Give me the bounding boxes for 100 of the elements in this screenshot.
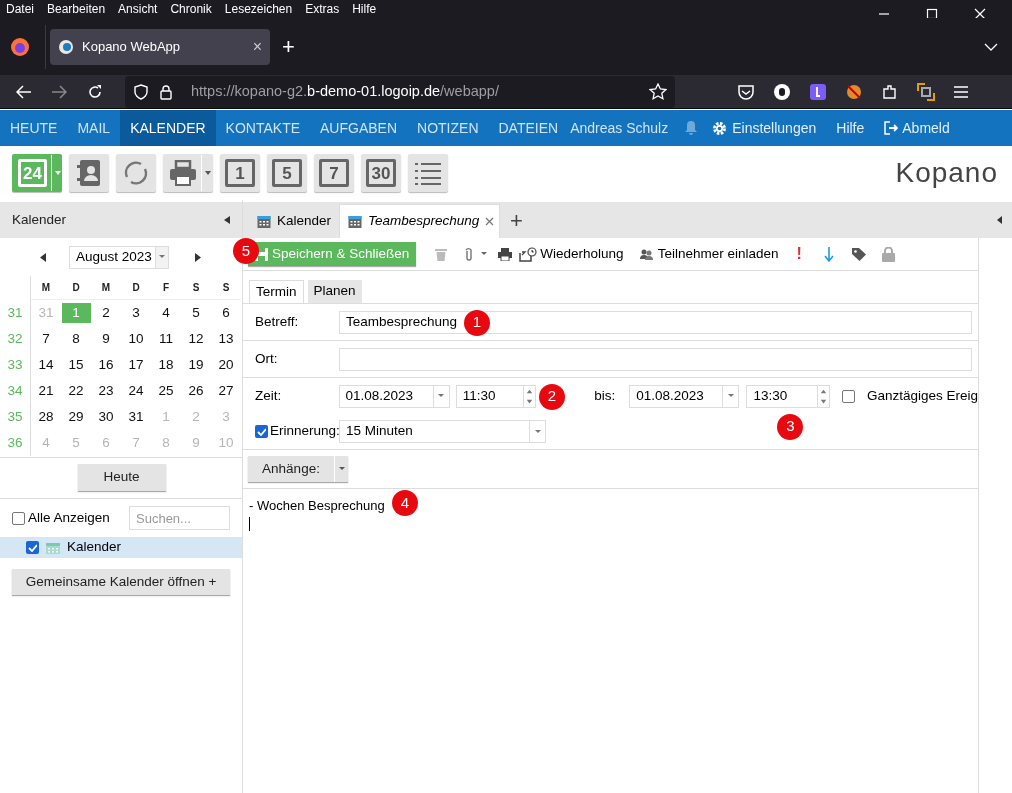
calendar-day[interactable]: 25 xyxy=(151,381,181,401)
calendar-day[interactable]: 17 xyxy=(121,355,151,375)
calendar-day[interactable]: 16 xyxy=(91,355,121,375)
reminder-dropdown[interactable]: 15 Minuten xyxy=(339,420,546,443)
calendar-day[interactable]: 28 xyxy=(31,407,61,427)
calendar-day[interactable]: 21 xyxy=(31,381,61,401)
user-name[interactable]: Andreas Schulz xyxy=(570,110,669,146)
calendar-day[interactable]: 5 xyxy=(181,303,211,323)
new-tab-button[interactable]: + xyxy=(282,30,295,63)
calendar-day[interactable]: 26 xyxy=(181,381,211,401)
help-link[interactable]: Hilfe xyxy=(836,110,865,146)
subject-field[interactable]: Teambesprechung 1 xyxy=(339,310,972,334)
add-tab-button[interactable]: + xyxy=(510,203,523,237)
month-picker[interactable]: August 2023 xyxy=(69,245,169,269)
prev-month-icon[interactable] xyxy=(40,252,46,262)
calendar-day[interactable]: 27 xyxy=(211,381,241,401)
open-shared-calendars-button[interactable]: Gemeinsame Kalender öffnen + xyxy=(12,569,230,596)
menu-item[interactable]: Ansicht xyxy=(118,0,158,18)
calendar-day[interactable]: 10 xyxy=(121,329,151,349)
calendar-day[interactable]: 9 xyxy=(91,329,121,349)
paperclip-icon[interactable] xyxy=(465,247,474,261)
calendar-day[interactable]: 19 xyxy=(181,355,211,375)
date-field[interactable]: 01.08.2023 xyxy=(338,384,450,408)
calendar-day[interactable]: 18 xyxy=(151,355,181,375)
calendar-day[interactable]: 12 xyxy=(181,329,211,349)
address-bar[interactable]: https://kopano-g2.b-demo-01.logoip.de/webapp/ xyxy=(125,75,675,108)
document-tab[interactable]: Kalender xyxy=(249,204,339,238)
star-icon[interactable] xyxy=(649,82,667,101)
menu-item[interactable]: Datei xyxy=(6,0,34,18)
calendar-day[interactable]: 29 xyxy=(61,407,91,427)
menu-item[interactable]: Lesezeichen xyxy=(224,0,293,18)
tag-icon[interactable] xyxy=(851,247,866,261)
search-field[interactable]: Suchen... xyxy=(129,506,230,530)
nav-tab[interactable]: KONTAKTE xyxy=(215,110,311,146)
settings-link[interactable]: Einstellungen xyxy=(712,110,817,146)
nav-tab[interactable]: DATEIEN xyxy=(488,110,569,146)
back-icon[interactable] xyxy=(16,84,32,99)
checkbox[interactable] xyxy=(26,541,39,554)
extension-square-icon[interactable] xyxy=(809,82,827,101)
calendar-day[interactable]: 7 xyxy=(31,329,61,349)
calendar-day[interactable]: 6 xyxy=(211,303,241,323)
menu-item[interactable]: Extras xyxy=(305,0,340,18)
calendar-day[interactable]: 13 xyxy=(211,329,241,349)
calendar-day[interactable]: 20 xyxy=(211,355,241,375)
menu-icon[interactable] xyxy=(953,84,969,99)
calendar-day[interactable]: 2 xyxy=(91,303,121,323)
invite-attendees-button[interactable]: Teilnehmer einladen xyxy=(639,243,779,265)
browser-tab[interactable]: Kopano WebApp × xyxy=(50,28,270,65)
toolbar-button[interactable] xyxy=(116,154,156,192)
extension-circle-icon[interactable] xyxy=(773,82,791,101)
calendar-day[interactable]: 14 xyxy=(31,355,61,375)
calendar-day[interactable]: 15 xyxy=(61,355,91,375)
menu-item[interactable]: Chronik xyxy=(170,0,212,18)
document-tab[interactable]: Teambesprechung xyxy=(339,204,500,238)
toolbar-button[interactable] xyxy=(408,154,448,192)
chevron-down-icon[interactable] xyxy=(984,41,998,52)
calendar-day[interactable]: 4 xyxy=(151,303,181,323)
today-button[interactable]: Heute xyxy=(77,464,166,491)
calendar-day[interactable]: 8 xyxy=(61,329,91,349)
logout-link[interactable]: Abmeld xyxy=(884,110,950,146)
reload-icon[interactable] xyxy=(87,83,103,100)
toolbar-button[interactable] xyxy=(163,154,213,192)
next-month-icon[interactable] xyxy=(195,252,201,262)
form-tab[interactable]: Termin xyxy=(249,280,304,303)
calendar-day[interactable]: 3 xyxy=(121,303,151,323)
form-tab[interactable]: Planen xyxy=(307,280,362,303)
calendar-day[interactable]: 22 xyxy=(61,381,91,401)
nav-tab[interactable]: AUFGABEN xyxy=(310,110,408,146)
collapse-right-icon[interactable] xyxy=(997,216,1002,224)
body-editor[interactable]: - Wochen Besprechung 4 xyxy=(243,489,978,793)
nav-tab[interactable]: KALENDER xyxy=(120,110,216,146)
menu-item[interactable]: Hilfe xyxy=(352,0,377,18)
pocket-icon[interactable] xyxy=(737,83,755,100)
toolbar-button[interactable] xyxy=(69,154,109,192)
checkbox[interactable] xyxy=(255,425,268,438)
date-field[interactable]: 01.08.2023 xyxy=(629,384,740,408)
puzzle-icon[interactable] xyxy=(881,82,899,101)
nav-tab[interactable]: MAIL xyxy=(67,110,121,146)
attachments-button[interactable]: Anhänge: xyxy=(248,456,348,482)
calendar-day[interactable]: 11 xyxy=(151,329,181,349)
printer-icon[interactable] xyxy=(498,247,513,261)
close-tab-button[interactable]: × xyxy=(252,34,262,59)
high-priority-button[interactable]: ! xyxy=(796,242,802,266)
calendar-day[interactable]: 31 xyxy=(121,407,151,427)
menu-item[interactable]: Bearbeiten xyxy=(47,0,106,18)
browser-logo-icon[interactable] xyxy=(10,36,30,57)
extension-blocked-icon[interactable] xyxy=(845,82,863,101)
checkbox[interactable] xyxy=(12,511,25,525)
calendar-day[interactable]: 24 xyxy=(121,381,151,401)
forward-icon[interactable] xyxy=(51,84,67,99)
recurrence-button[interactable]: Wiederholung xyxy=(519,243,624,265)
collapse-icon[interactable] xyxy=(224,216,230,224)
caret-down-icon[interactable] xyxy=(481,252,488,256)
checkbox[interactable] xyxy=(842,389,855,403)
nav-tab[interactable]: HEUTE xyxy=(0,110,68,146)
location-field[interactable] xyxy=(339,347,972,371)
low-priority-icon[interactable] xyxy=(823,246,834,262)
calendar-list-item[interactable]: Kalender xyxy=(0,537,242,558)
calendar-day[interactable]: 30 xyxy=(91,407,121,427)
nav-tab[interactable]: NOTIZEN xyxy=(407,110,489,146)
